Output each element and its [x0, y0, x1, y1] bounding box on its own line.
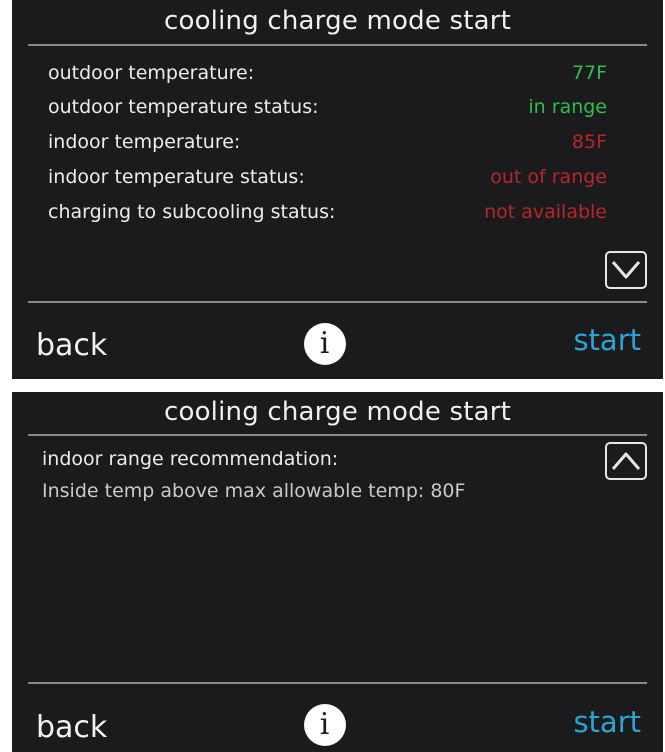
chevron-down-icon	[611, 261, 641, 279]
info-icon: i	[319, 707, 330, 742]
row-value: in range	[528, 96, 607, 118]
start-button[interactable]: start	[573, 705, 641, 739]
row-label: outdoor temperature:	[48, 62, 255, 84]
row-value: 85F	[571, 131, 607, 153]
row-label: indoor temperature status:	[48, 166, 305, 188]
scroll-up-button[interactable]	[605, 442, 647, 480]
back-button[interactable]: back	[36, 710, 107, 745]
divider	[28, 434, 647, 436]
recommendation-label: indoor range recommendation:	[42, 448, 339, 470]
row-value: 77F	[571, 62, 607, 84]
info-icon: i	[319, 326, 330, 361]
recommendation-text: Inside temp above max allowable temp: 80…	[42, 480, 466, 502]
info-button[interactable]: i	[303, 323, 346, 365]
scroll-down-button[interactable]	[605, 251, 647, 289]
row-label: indoor temperature:	[48, 131, 241, 153]
divider	[28, 301, 647, 303]
status-row-indoor-status: indoor temperature status: out of range	[48, 166, 607, 196]
info-button[interactable]: i	[303, 704, 346, 746]
row-label: charging to subcooling status:	[48, 201, 336, 223]
row-label: outdoor temperature status:	[48, 96, 319, 118]
status-row-indoor-temp: indoor temperature: 85F	[48, 131, 607, 161]
divider	[28, 44, 647, 46]
chevron-up-icon	[611, 452, 641, 470]
row-value: not available	[484, 201, 607, 223]
status-row-outdoor-status: outdoor temperature status: in range	[48, 96, 607, 126]
row-value: out of range	[490, 166, 607, 188]
charge-mode-screen-2: cooling charge mode start indoor range r…	[12, 392, 663, 752]
start-button[interactable]: start	[573, 323, 641, 357]
divider	[28, 682, 647, 684]
back-button[interactable]: back	[36, 328, 107, 363]
charge-mode-screen-1: cooling charge mode start outdoor temper…	[12, 0, 663, 379]
status-row-outdoor-temp: outdoor temperature: 77F	[48, 62, 607, 92]
screen-title: cooling charge mode start	[163, 397, 512, 427]
screen-title: cooling charge mode start	[163, 6, 512, 36]
status-row-subcooling: charging to subcooling status: not avail…	[48, 201, 607, 231]
